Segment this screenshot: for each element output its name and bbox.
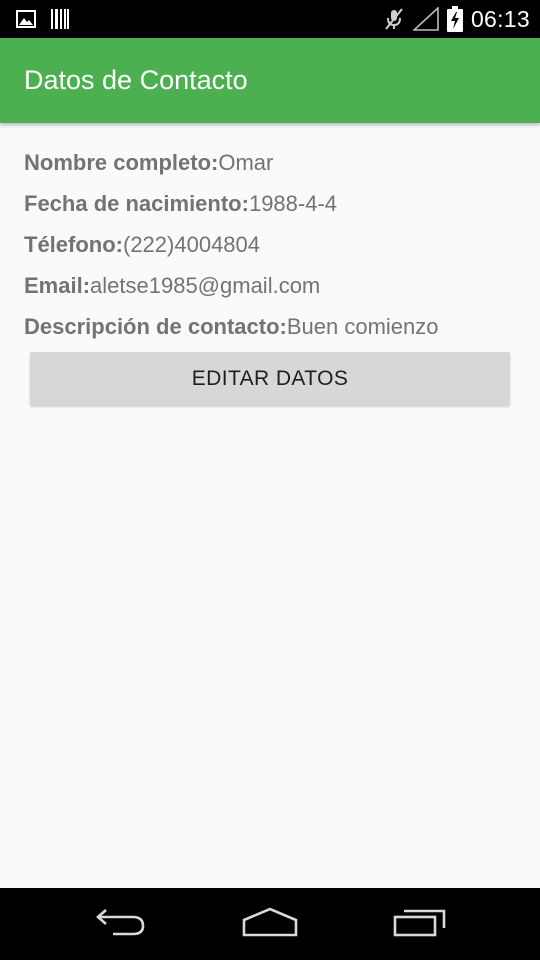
recents-button[interactable]	[380, 904, 460, 944]
field-label: Descripción de contacto:	[24, 314, 287, 339]
status-bar: 06:13	[0, 0, 540, 38]
recents-icon	[392, 907, 448, 942]
home-icon	[241, 907, 299, 942]
contact-details: Nombre completo:Omar Fecha de nacimiento…	[0, 123, 540, 888]
back-button[interactable]	[80, 904, 160, 944]
home-button[interactable]	[230, 904, 310, 944]
field-description: Descripción de contacto:Buen comienzo	[24, 312, 524, 342]
picture-icon	[16, 10, 36, 28]
field-phone: Télefono:(222)4004804	[24, 230, 524, 260]
notification-icons	[16, 8, 70, 30]
field-label: Fecha de nacimiento:	[24, 191, 249, 216]
navigation-bar	[0, 888, 540, 960]
page-title: Datos de Contacto	[24, 65, 248, 95]
field-full-name: Nombre completo:Omar	[24, 148, 524, 178]
barcode-icon	[50, 8, 70, 30]
field-label: Télefono:	[24, 232, 123, 257]
app-bar: Datos de Contacto	[0, 38, 540, 123]
field-value: (222)4004804	[123, 232, 261, 257]
field-value: Buen comienzo	[286, 314, 439, 339]
field-label: Nombre completo:	[24, 150, 219, 175]
field-value: aletse1985@gmail.com	[90, 273, 321, 298]
back-icon	[93, 907, 147, 942]
field-birth-date: Fecha de nacimiento:1988-4-4	[24, 189, 524, 219]
edit-data-button[interactable]: EDITAR DATOS	[30, 352, 510, 406]
battery-charging-icon	[446, 6, 463, 32]
field-value: 1988-4-4	[248, 191, 338, 216]
field-value: Omar	[218, 150, 274, 175]
field-label: Email:	[24, 273, 91, 298]
signal-icon	[412, 7, 439, 31]
status-clock: 06:13	[470, 5, 530, 32]
mute-icon	[383, 7, 405, 31]
system-icons: 06:13	[383, 6, 530, 32]
field-email: Email:aletse1985@gmail.com	[24, 271, 524, 301]
